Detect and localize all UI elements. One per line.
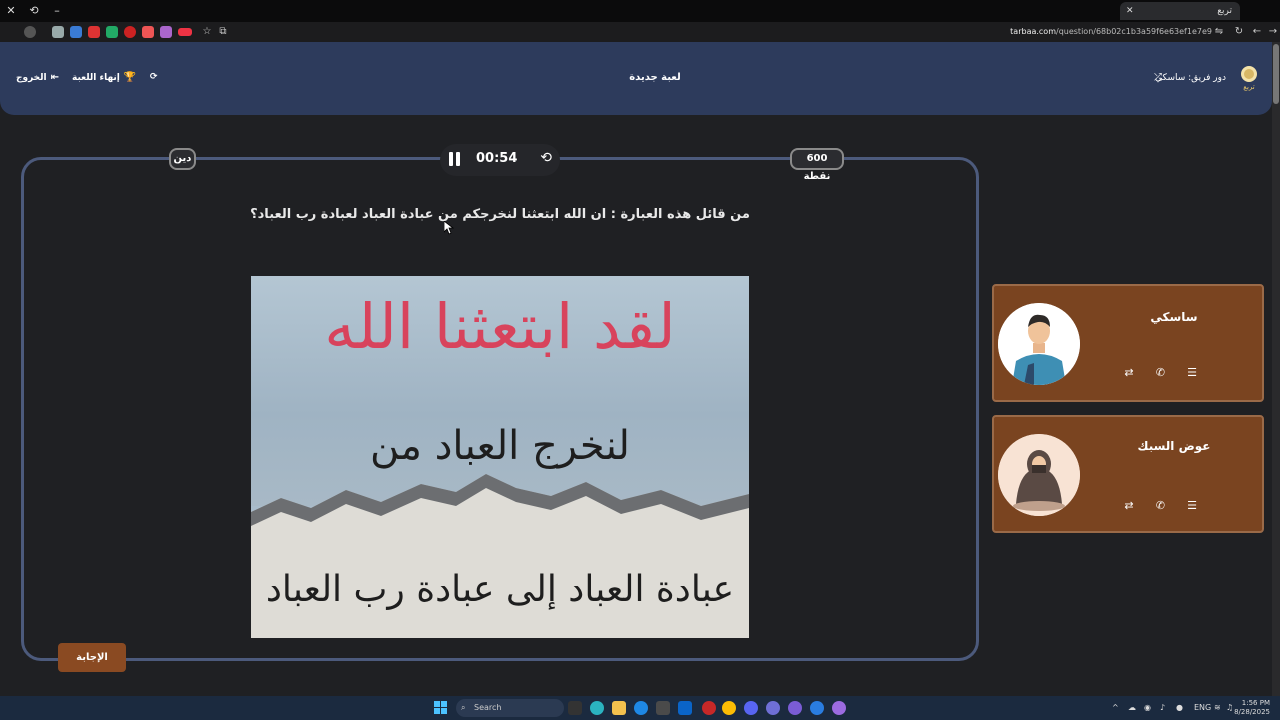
category-badge: دين	[169, 148, 196, 170]
image-headline: لقد ابتعثنا الله	[324, 290, 676, 363]
app-purple-icon[interactable]	[766, 701, 780, 715]
logo-text: تربع	[1243, 83, 1255, 91]
logo-emblem-icon	[1241, 66, 1257, 82]
app-blue-icon[interactable]	[810, 701, 824, 715]
extensions-icon[interactable]	[52, 26, 64, 38]
tray-cloud-icon[interactable]: ☁	[1128, 703, 1136, 712]
forward-icon[interactable]: ←	[1250, 25, 1264, 39]
extension-pink-icon[interactable]	[178, 28, 192, 36]
exit-icon: ⇤	[50, 72, 60, 83]
site-logo[interactable]: تربع	[1238, 66, 1260, 94]
tab-close-icon[interactable]: ✕	[1126, 2, 1134, 20]
discord-icon[interactable]	[744, 701, 758, 715]
browser-tab[interactable]: تربع ✕	[1120, 2, 1240, 20]
extension-record-icon[interactable]	[124, 26, 136, 38]
team-avatar	[998, 303, 1080, 385]
store-icon[interactable]	[656, 701, 670, 715]
tab-title: تربع	[1217, 6, 1232, 16]
task-view-icon[interactable]	[568, 701, 582, 715]
bookmark-star-icon[interactable]: ☆	[200, 25, 214, 39]
search-icon: ⌕	[461, 703, 466, 712]
close-window-icon[interactable]: ✕	[3, 3, 19, 19]
shuffle-icon[interactable]: ⤮	[1154, 72, 1162, 83]
team-card: عوض السبك ⇄ ✆ ☰	[992, 415, 1264, 533]
minimize-window-icon[interactable]: –	[49, 3, 65, 19]
url-display[interactable]: tarbaa.com/question/68b02c1b3a59f6e63ef1…	[1010, 25, 1212, 39]
system-clock[interactable]: 1:56 PM 8/28/2025	[1234, 699, 1270, 717]
extension-orange-icon[interactable]	[142, 26, 154, 38]
wifi-icon[interactable]: ≋	[1214, 703, 1221, 712]
new-game-title[interactable]: لعبة جديدة	[560, 72, 750, 83]
browser-tab-bar: ✕ ⟲ – + تربع ✕	[0, 0, 1280, 22]
profile-icon[interactable]	[24, 26, 36, 38]
pause-icon[interactable]	[448, 152, 462, 166]
reload-icon[interactable]: ↻	[1232, 25, 1246, 39]
tray-app-icon[interactable]: ◉	[1144, 703, 1151, 712]
extension-blue-icon[interactable]	[70, 26, 82, 38]
app-violet-icon[interactable]	[788, 701, 802, 715]
image-subline: لنخرج العباد من	[370, 423, 630, 469]
team-avatar	[998, 434, 1080, 516]
app-lilac-icon[interactable]	[832, 701, 846, 715]
extension-red-icon[interactable]	[88, 26, 100, 38]
trophy-icon: 🏆	[123, 72, 137, 83]
boy-avatar-icon	[998, 303, 1080, 385]
exit-button[interactable]: ⇤الخروج	[16, 72, 59, 83]
edge-icon[interactable]	[634, 701, 648, 715]
question-text: من قائل هذه العبارة : ان الله ابتعثنا لن…	[250, 207, 750, 222]
timer-display: 00:54	[476, 151, 518, 166]
taskbar-search[interactable]: ⌕ Search	[456, 699, 564, 717]
phone-icon[interactable]: ✆	[1147, 499, 1175, 512]
copilot-icon[interactable]	[590, 701, 604, 715]
answer-button[interactable]: الإجابة	[58, 643, 126, 672]
volume-icon[interactable]: ♫	[1226, 703, 1233, 712]
list-icon[interactable]: ☰	[1178, 366, 1206, 379]
restore-window-icon[interactable]: ⟲	[26, 3, 42, 19]
site-settings-icon[interactable]: ⇋	[1212, 25, 1226, 39]
team-name: ساسكي	[1150, 310, 1198, 324]
swap-icon[interactable]: ⇄	[1115, 499, 1143, 512]
team-name: عوض السبك	[1137, 439, 1211, 453]
outlook-icon[interactable]	[678, 701, 692, 715]
reset-timer-icon[interactable]: ⟲	[540, 150, 552, 166]
back-icon[interactable]: →	[1266, 25, 1280, 39]
page-scrollbar[interactable]	[1272, 42, 1280, 696]
extension-purple-icon[interactable]	[160, 26, 172, 38]
share-icon[interactable]: ⧉	[216, 25, 230, 39]
browser-address-bar: ☆ ⧉ tarbaa.com/question/68b02c1b3a59f6e6…	[0, 22, 1280, 42]
question-image: لقد ابتعثنا الله لنخرج العباد من عبادة ا…	[251, 276, 749, 638]
swap-icon[interactable]: ⇄	[1115, 366, 1143, 379]
image-bottom-line: عبادة العباد إلى عبادة رب العباد	[265, 569, 735, 610]
refresh-icon[interactable]: ⟳	[150, 72, 158, 82]
windows-start-icon[interactable]	[434, 701, 448, 715]
girl-avatar-icon	[998, 434, 1080, 516]
chrome-icon[interactable]	[722, 701, 736, 715]
end-game-button[interactable]: 🏆إنهاء اللعبة	[72, 72, 136, 83]
file-explorer-icon[interactable]	[612, 701, 626, 715]
tray-headset-icon[interactable]: ♪	[1160, 703, 1165, 712]
phone-icon[interactable]: ✆	[1147, 366, 1175, 379]
app-red-icon[interactable]	[702, 701, 716, 715]
list-icon[interactable]: ☰	[1178, 499, 1206, 512]
extension-green-icon[interactable]	[106, 26, 118, 38]
points-badge: 600 نقطة	[790, 148, 844, 182]
timer-widget: 00:54 ⟲	[440, 144, 560, 176]
team-card: ساسكي ⇄ ✆ ☰	[992, 284, 1264, 402]
tray-overflow-icon[interactable]: ^	[1112, 703, 1119, 712]
windows-taskbar: ⌕ Search ^ ☁ ◉ ♪ ● ENG ≋ ♫ 1:56 PM 8/28/…	[0, 696, 1280, 720]
input-language[interactable]: ENG	[1194, 703, 1211, 712]
tray-mic-icon[interactable]: ●	[1176, 703, 1183, 712]
scrollbar-thumb[interactable]	[1273, 44, 1279, 104]
team-turn-label: دور فريق: ساسكي	[1154, 73, 1226, 83]
